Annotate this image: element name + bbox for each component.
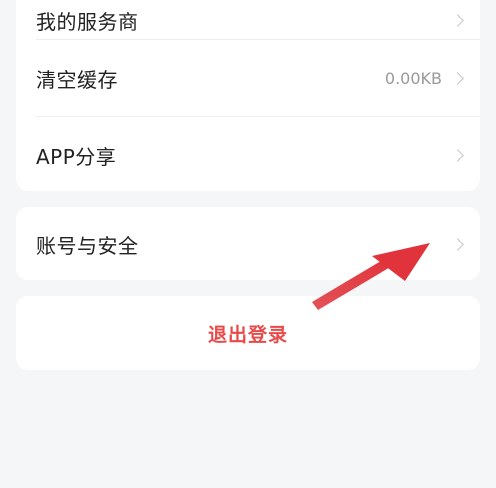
chevron-right-icon	[451, 237, 464, 251]
logout-button[interactable]: 退出登录	[16, 296, 480, 370]
chevron-right-icon	[451, 71, 464, 85]
settings-item-clear-cache[interactable]: 清空缓存 0.00KB	[16, 38, 480, 118]
chevron-right-icon	[451, 148, 464, 162]
settings-group-card: 我的服务商 清空缓存 0.00KB APP分享	[16, 0, 480, 191]
settings-item-label: 清空缓存	[36, 67, 118, 92]
chevron-right-icon	[451, 13, 464, 27]
logout-card: 退出登录	[16, 296, 480, 370]
settings-item-app-share[interactable]: APP分享	[16, 115, 480, 195]
settings-item-label: 账号与安全	[36, 233, 139, 258]
settings-item-label: 我的服务商	[36, 9, 139, 34]
cache-size-value: 0.00KB	[384, 68, 442, 88]
settings-item-label: APP分享	[36, 144, 117, 169]
settings-page: 我的服务商 清空缓存 0.00KB APP分享 账号与安全 退出登录	[0, 0, 496, 488]
account-security-card: 账号与安全	[16, 207, 480, 280]
settings-item-account-security[interactable]: 账号与安全	[16, 204, 480, 284]
